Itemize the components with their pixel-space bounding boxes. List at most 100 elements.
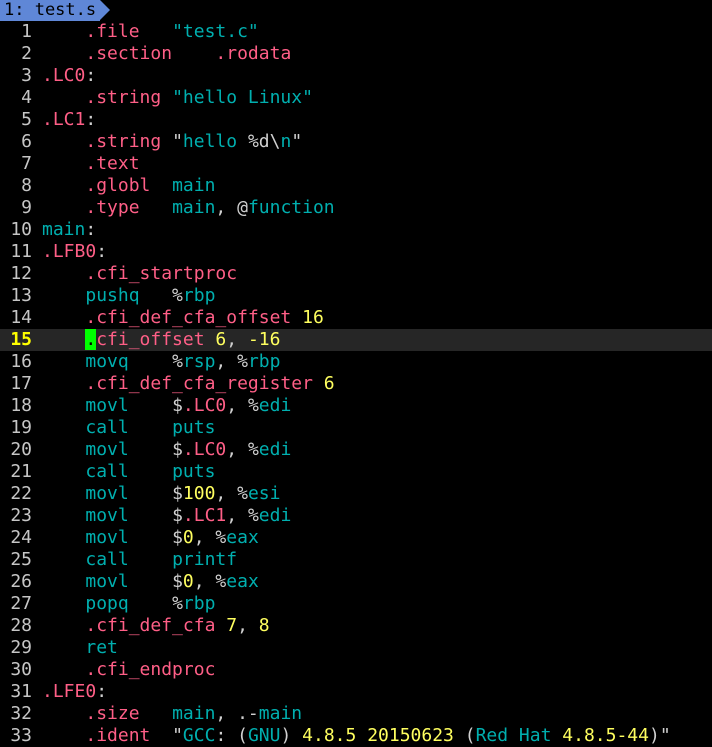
code-token: call (85, 461, 129, 482)
code-token: 0 (182, 571, 194, 592)
code-token: , @ (215, 197, 248, 218)
code-line-current[interactable]: 15 .cfi_offset 6, -16 (0, 329, 712, 351)
code-line[interactable]: 26 movl $0, %eax (0, 571, 712, 593)
code-token: , .- (215, 703, 259, 724)
line-number: 19 (10, 417, 32, 438)
code-line[interactable]: 33 .ident "GCC: (GNU) 4.8.5 20150623 (Re… (0, 725, 712, 747)
line-number: 13 (10, 285, 32, 306)
code-token: rsp (182, 351, 216, 372)
code-token: $ (128, 527, 183, 548)
code-token: , % (193, 527, 227, 548)
code-line[interactable]: 2 .section .rodata (0, 43, 712, 65)
line-number: 4 (21, 87, 32, 108)
code-token: , % (226, 505, 259, 526)
code-token: .globl (85, 175, 151, 196)
line-code: movl $.LC0, %edi (42, 439, 291, 460)
line-code: .cfi_def_cfa_offset 16 (42, 307, 323, 328)
code-token: .LC0 (42, 65, 86, 86)
code-line[interactable]: 32 .size main, .-main (0, 703, 712, 725)
code-line[interactable]: 6 .string "hello %d\n" (0, 131, 712, 153)
code-line[interactable]: 10 main: (0, 219, 712, 241)
line-number: 6 (21, 131, 32, 152)
code-token: movl (85, 483, 129, 504)
line-number: 7 (21, 153, 32, 174)
line-number: 22 (10, 483, 32, 504)
code-line[interactable]: 5 .LC1: (0, 109, 712, 131)
code-token: %d (247, 131, 270, 152)
code-line[interactable]: 11 .LFB0: (0, 241, 712, 263)
code-line[interactable]: 29 ret (0, 637, 712, 659)
code-token: GNU (247, 725, 281, 746)
code-line[interactable]: 16 movq %rsp, %rbp (0, 351, 712, 373)
code-line[interactable]: 18 movl $.LC0, %edi (0, 395, 712, 417)
code-token: .string (85, 131, 162, 152)
code-editor[interactable]: 1 .file "test.c" 2 .section .rodata 3 .LC0:… (0, 21, 712, 747)
line-code: call puts (42, 417, 215, 438)
code-token: : (85, 219, 97, 240)
code-token: .type (85, 197, 140, 218)
code-token: GCC (182, 725, 216, 746)
line-number: 11 (10, 241, 32, 262)
line-number: 27 (10, 593, 32, 614)
line-number: 28 (10, 615, 32, 636)
code-line[interactable]: 25 call printf (0, 549, 712, 571)
code-line[interactable]: 30 .cfi_endproc (0, 659, 712, 681)
code-line[interactable]: 28 .cfi_def_cfa 7, 8 (0, 615, 712, 637)
code-token: " (291, 131, 303, 152)
line-number: 31 (10, 681, 32, 702)
line-code: .section .rodata (42, 43, 291, 64)
line-code: .cfi_offset 6, -16 (42, 329, 280, 350)
buffer-tab[interactable]: 1: test.s (0, 0, 101, 21)
code-line[interactable]: 27 popq %rbp (0, 593, 712, 615)
code-line[interactable]: 9 .type main, @function (0, 197, 712, 219)
code-token: , % (193, 571, 227, 592)
code-line[interactable]: 17 .cfi_def_cfa_register 6 (0, 373, 712, 395)
line-number: 21 (10, 461, 32, 482)
code-line[interactable]: 20 movl $.LC0, %edi (0, 439, 712, 461)
line-number: 12 (10, 263, 32, 284)
code-line[interactable]: 4 .string "hello Linux" (0, 87, 712, 109)
code-line[interactable]: 7 .text (0, 153, 712, 175)
code-line[interactable]: 8 .globl main (0, 175, 712, 197)
line-code: movl $0, %eax (42, 571, 258, 592)
code-line[interactable]: 1 .file "test.c" (0, 21, 712, 43)
code-line[interactable]: 13 pushq %rbp (0, 285, 712, 307)
code-line[interactable]: 24 movl $0, %eax (0, 527, 712, 549)
code-token: movl (85, 527, 129, 548)
code-line[interactable]: 12 .cfi_startproc (0, 263, 712, 285)
code-token: .LC1 (182, 505, 227, 526)
line-code: .LC0: (42, 65, 96, 86)
code-line[interactable]: 14 .cfi_def_cfa_offset 16 (0, 307, 712, 329)
code-line[interactable]: 22 movl $100, %esi (0, 483, 712, 505)
code-token: main (42, 219, 86, 240)
code-line[interactable]: 23 movl $.LC1, %edi (0, 505, 712, 527)
code-line[interactable]: 31 .LFE0: (0, 681, 712, 703)
line-code: .string "hello %d\n" (42, 131, 302, 152)
code-token: 4.8.5 (302, 725, 357, 746)
code-token: "hello Linux" (172, 87, 313, 108)
code-line[interactable]: 3 .LC0: (0, 65, 712, 87)
code-line[interactable]: 21 call puts (0, 461, 712, 483)
line-code: .LFB0: (42, 241, 107, 262)
code-token: .LFB0 (42, 241, 97, 262)
code-token: printf (172, 549, 238, 570)
code-token: % (139, 285, 183, 306)
code-token: 8 (258, 615, 270, 636)
line-number: 15 (10, 329, 32, 350)
code-token: : (96, 241, 108, 262)
line-number: 8 (21, 175, 32, 196)
code-line[interactable]: 19 call puts (0, 417, 712, 439)
